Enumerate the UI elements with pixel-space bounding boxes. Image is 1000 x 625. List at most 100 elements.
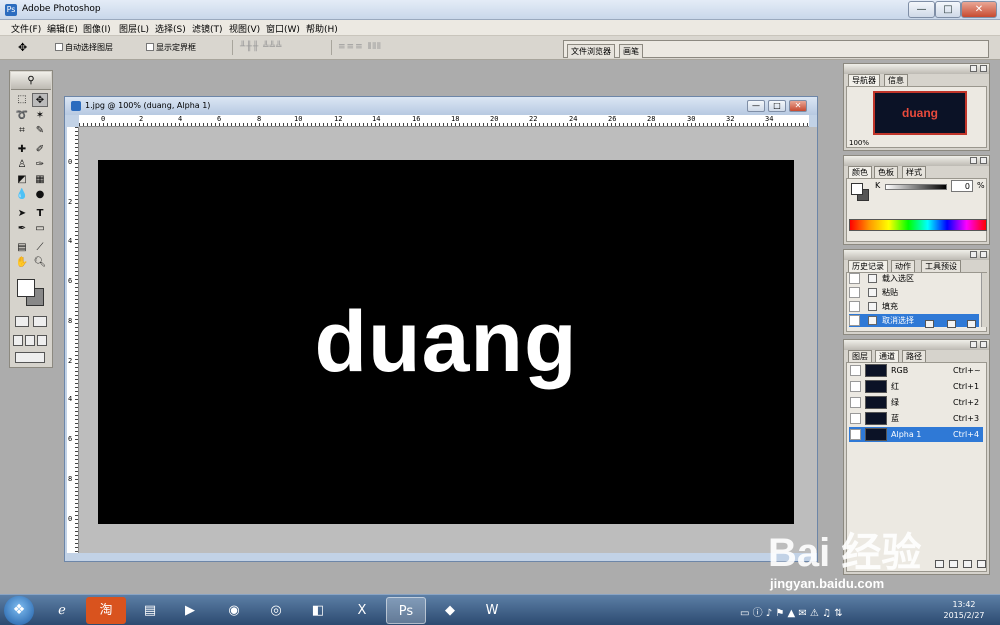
- history-scrollbar[interactable]: [981, 273, 987, 327]
- move-tool-icon[interactable]: ✥: [32, 93, 48, 107]
- photoshop-icon[interactable]: Ps: [386, 597, 426, 624]
- screen-mode-menu-icon[interactable]: [25, 335, 35, 346]
- menu-image[interactable]: 图像(I): [83, 22, 111, 35]
- navigator-thumbnail[interactable]: duang: [873, 91, 967, 135]
- toolbox-header-icon[interactable]: ⚲: [11, 72, 51, 90]
- history-item-selected[interactable]: 取消选择: [849, 314, 979, 327]
- channel-row-selected[interactable]: 👁︎ Alpha 1 Ctrl+4: [849, 427, 983, 442]
- distribute-buttons[interactable]: ≡≡≡ ⫴⫴⫴: [338, 42, 382, 52]
- channel-row[interactable]: 蓝 Ctrl+3: [849, 411, 983, 426]
- close-button[interactable]: ✕: [961, 1, 997, 18]
- visibility-toggle[interactable]: [850, 365, 861, 376]
- pen-tool-icon[interactable]: ✒: [14, 222, 30, 236]
- screen-mode-full-icon[interactable]: [37, 335, 47, 346]
- history-brush-source-icon[interactable]: [849, 273, 860, 284]
- lasso-tool-icon[interactable]: ➰: [14, 109, 30, 123]
- folder-icon[interactable]: ▤: [130, 597, 170, 624]
- dodge-tool-icon[interactable]: ●: [32, 188, 48, 202]
- tab-file-browser[interactable]: 文件浏览器: [567, 44, 615, 58]
- browser-icon[interactable]: ◆: [430, 597, 470, 624]
- brush-tool-icon[interactable]: ✐: [32, 143, 48, 157]
- tab-color[interactable]: 颜色: [848, 166, 872, 178]
- hand-tool-icon[interactable]: ✋: [14, 256, 30, 270]
- type-tool-icon[interactable]: T: [32, 207, 48, 221]
- document-canvas-area[interactable]: duang: [79, 127, 817, 553]
- delete-history-icon[interactable]: [967, 320, 976, 328]
- panel-close-icon[interactable]: [980, 157, 987, 164]
- k-slider[interactable]: [885, 184, 947, 190]
- menu-file[interactable]: 文件(F): [11, 22, 41, 35]
- doc-maximize-button[interactable]: □: [768, 100, 786, 112]
- tab-layers[interactable]: 图层: [848, 350, 872, 362]
- menu-edit[interactable]: 编辑(E): [47, 22, 78, 35]
- app-icon[interactable]: ◧: [298, 597, 338, 624]
- doc-close-button[interactable]: ✕: [789, 100, 807, 112]
- excel-icon[interactable]: X: [342, 597, 382, 624]
- shape-tool-icon[interactable]: ▭: [32, 222, 48, 236]
- tab-paths[interactable]: 路径: [902, 350, 926, 362]
- clone-stamp-icon[interactable]: ♙: [14, 158, 30, 172]
- word-icon[interactable]: W: [472, 597, 512, 624]
- eyedropper-icon[interactable]: ⟋: [32, 241, 48, 255]
- tab-channels[interactable]: 通道: [875, 350, 899, 362]
- auto-select-checkbox[interactable]: [55, 43, 63, 51]
- visibility-toggle[interactable]: [850, 381, 861, 392]
- menu-layer[interactable]: 图层(L): [119, 22, 149, 35]
- channel-row[interactable]: 红 Ctrl+1: [849, 379, 983, 394]
- tab-brushes[interactable]: 画笔: [619, 44, 643, 58]
- doc-minimize-button[interactable]: —: [747, 100, 765, 112]
- panel-minimize-icon[interactable]: [970, 341, 977, 348]
- color-spectrum-bar[interactable]: [849, 219, 987, 231]
- tab-tool-presets[interactable]: 工具预设: [921, 260, 961, 272]
- history-brush-icon[interactable]: ✑: [32, 158, 48, 172]
- screen-mode-standard-icon[interactable]: [13, 335, 23, 346]
- chrome-icon[interactable]: ◎: [256, 597, 296, 624]
- ie-icon[interactable]: ℯ: [42, 597, 82, 624]
- media-player-icon[interactable]: ▶: [170, 597, 210, 624]
- menu-window[interactable]: 窗口(W): [266, 22, 300, 35]
- image-canvas[interactable]: duang: [98, 160, 794, 524]
- taobao-icon[interactable]: 淘: [86, 597, 126, 624]
- path-selection-icon[interactable]: ➤: [14, 207, 30, 221]
- panel-minimize-icon[interactable]: [970, 157, 977, 164]
- panel-close-icon[interactable]: [980, 251, 987, 258]
- history-item[interactable]: 粘贴: [849, 286, 979, 299]
- visibility-toggle[interactable]: [850, 413, 861, 424]
- magic-wand-icon[interactable]: ✶: [32, 109, 48, 123]
- tab-info[interactable]: 信息: [884, 74, 908, 86]
- start-button[interactable]: ❖: [4, 596, 34, 625]
- gradient-tool-icon[interactable]: ▦: [32, 173, 48, 187]
- channel-row[interactable]: 绿 Ctrl+2: [849, 395, 983, 410]
- eraser-tool-icon[interactable]: ◩: [14, 173, 30, 187]
- history-item[interactable]: 填充: [849, 300, 979, 313]
- foreground-color-swatch[interactable]: [17, 279, 35, 297]
- tab-actions[interactable]: 动作: [891, 260, 915, 272]
- zoom-tool-icon[interactable]: 🔍︎: [32, 256, 48, 270]
- menu-select[interactable]: 选择(S): [155, 22, 186, 35]
- eye-icon[interactable]: 👁︎: [850, 429, 861, 440]
- new-document-icon[interactable]: [925, 320, 934, 328]
- crop-tool-icon[interactable]: ⌗: [14, 124, 30, 138]
- history-brush-source-icon[interactable]: [849, 315, 860, 326]
- tab-styles[interactable]: 样式: [902, 166, 926, 178]
- slice-tool-icon[interactable]: ✎: [32, 124, 48, 138]
- panel-minimize-icon[interactable]: [970, 251, 977, 258]
- 360-icon[interactable]: ◉: [214, 597, 254, 624]
- quick-mask-icon[interactable]: [33, 316, 47, 327]
- jump-to-imageready-icon[interactable]: [15, 352, 45, 363]
- minimize-button[interactable]: —: [908, 1, 935, 18]
- channel-row[interactable]: RGB Ctrl+~: [849, 363, 983, 378]
- system-clock[interactable]: 13:42 2015/2/27: [940, 599, 988, 621]
- healing-brush-icon[interactable]: ✚: [14, 143, 30, 157]
- new-snapshot-icon[interactable]: [947, 320, 956, 328]
- standard-mode-icon[interactable]: [15, 316, 29, 327]
- system-tray[interactable]: ▭ ⓘ ♪ ⚑ ▲ ✉ ⚠ ♫ ⇅: [740, 604, 940, 619]
- panel-close-icon[interactable]: [980, 65, 987, 72]
- menu-filter[interactable]: 滤镜(T): [192, 22, 223, 35]
- tab-history[interactable]: 历史记录: [848, 260, 888, 272]
- history-brush-source-icon[interactable]: [849, 287, 860, 298]
- panel-close-icon[interactable]: [980, 341, 987, 348]
- align-buttons[interactable]: ╨╫╫ ╩╩╩: [240, 42, 282, 52]
- marquee-tool-icon[interactable]: ⬚: [14, 93, 30, 107]
- tab-navigator[interactable]: 导航器: [848, 74, 880, 86]
